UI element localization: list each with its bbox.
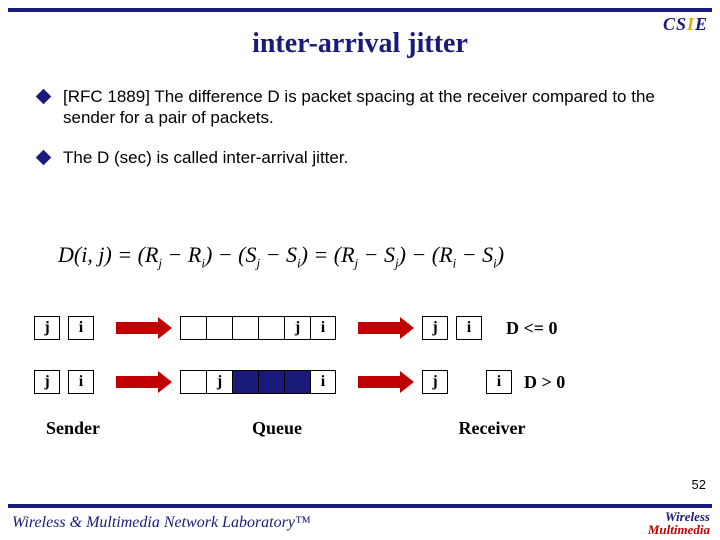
queue-cell xyxy=(180,370,206,394)
bullet-text: [RFC 1889] The difference D is packet sp… xyxy=(63,86,682,129)
label-sender: Sender xyxy=(34,418,162,439)
sub: i xyxy=(453,255,457,270)
bullet-text: The D (sec) is called inter-arrival jitt… xyxy=(63,147,348,168)
packet-box-i: i xyxy=(68,316,94,340)
sub: j xyxy=(256,255,260,270)
sub: i xyxy=(201,255,205,270)
term: S xyxy=(245,242,256,267)
d-label-gt: D > 0 xyxy=(524,372,565,393)
queue-cell-filled xyxy=(284,370,310,394)
diagram-row: j i j i j i D > 0 xyxy=(34,368,565,396)
footer-text: Wireless & Multimedia Network Laboratory… xyxy=(12,514,311,532)
footer-logo: Wireless Multimedia xyxy=(648,510,710,536)
bullet-item: [RFC 1889] The difference D is packet sp… xyxy=(38,86,682,129)
term: S xyxy=(384,242,395,267)
queue-packet-i: i xyxy=(310,370,336,394)
formula-lhs: D(i, j) xyxy=(58,242,112,267)
term: S xyxy=(482,242,493,267)
queue-cell-filled xyxy=(258,370,284,394)
arrow-icon xyxy=(116,320,172,336)
sub: j xyxy=(395,255,399,270)
bullet-icon xyxy=(36,89,52,105)
packet-box-j: j xyxy=(422,370,448,394)
queue-cell xyxy=(232,316,258,340)
queue-packet-j: j xyxy=(206,370,232,394)
queue-packet-i: i xyxy=(310,316,336,340)
queue-cell-filled xyxy=(232,370,258,394)
queue-packet-j: j xyxy=(284,316,310,340)
arrow-icon xyxy=(358,374,414,390)
arrow-icon xyxy=(116,374,172,390)
packet-box-j: j xyxy=(34,316,60,340)
queue-cell xyxy=(180,316,206,340)
sub: i xyxy=(297,255,301,270)
term: R xyxy=(188,242,201,267)
term: R xyxy=(145,242,158,267)
queue-cell xyxy=(206,316,232,340)
slide-title: inter-arrival jitter xyxy=(0,28,720,60)
term: R xyxy=(439,242,452,267)
bullet-list: [RFC 1889] The difference D is packet sp… xyxy=(38,86,682,186)
queue: j i xyxy=(180,370,336,394)
bullet-item: The D (sec) is called inter-arrival jitt… xyxy=(38,147,682,168)
arrow-icon xyxy=(358,320,414,336)
packet-box-j: j xyxy=(422,316,448,340)
formula: D(i, j) = (Rj − Ri) − (Sj − Si) = (Rj − … xyxy=(58,242,504,271)
packet-box-i: i xyxy=(68,370,94,394)
page-number: 52 xyxy=(692,477,706,492)
packet-box-i: i xyxy=(486,370,512,394)
footer-logo-line2: Multimedia xyxy=(648,522,710,537)
bottom-rule xyxy=(8,504,712,508)
sub: j xyxy=(158,255,162,270)
bullet-icon xyxy=(36,149,52,165)
column-labels: Sender Queue Receiver xyxy=(34,418,674,439)
diagram-row: j i j i j i D <= 0 xyxy=(34,314,565,342)
queue: j i xyxy=(180,316,336,340)
top-rule xyxy=(8,8,712,12)
queue-cell xyxy=(258,316,284,340)
d-label-le: D <= 0 xyxy=(506,318,558,339)
sub: j xyxy=(355,255,359,270)
sub: i xyxy=(493,255,497,270)
term: S xyxy=(286,242,297,267)
label-queue: Queue xyxy=(162,418,392,439)
timing-diagram: j i j i j i D <= 0 j i j xyxy=(34,314,565,422)
packet-box-i: i xyxy=(456,316,482,340)
packet-box-j: j xyxy=(34,370,60,394)
term: R xyxy=(341,242,354,267)
label-receiver: Receiver xyxy=(392,418,592,439)
